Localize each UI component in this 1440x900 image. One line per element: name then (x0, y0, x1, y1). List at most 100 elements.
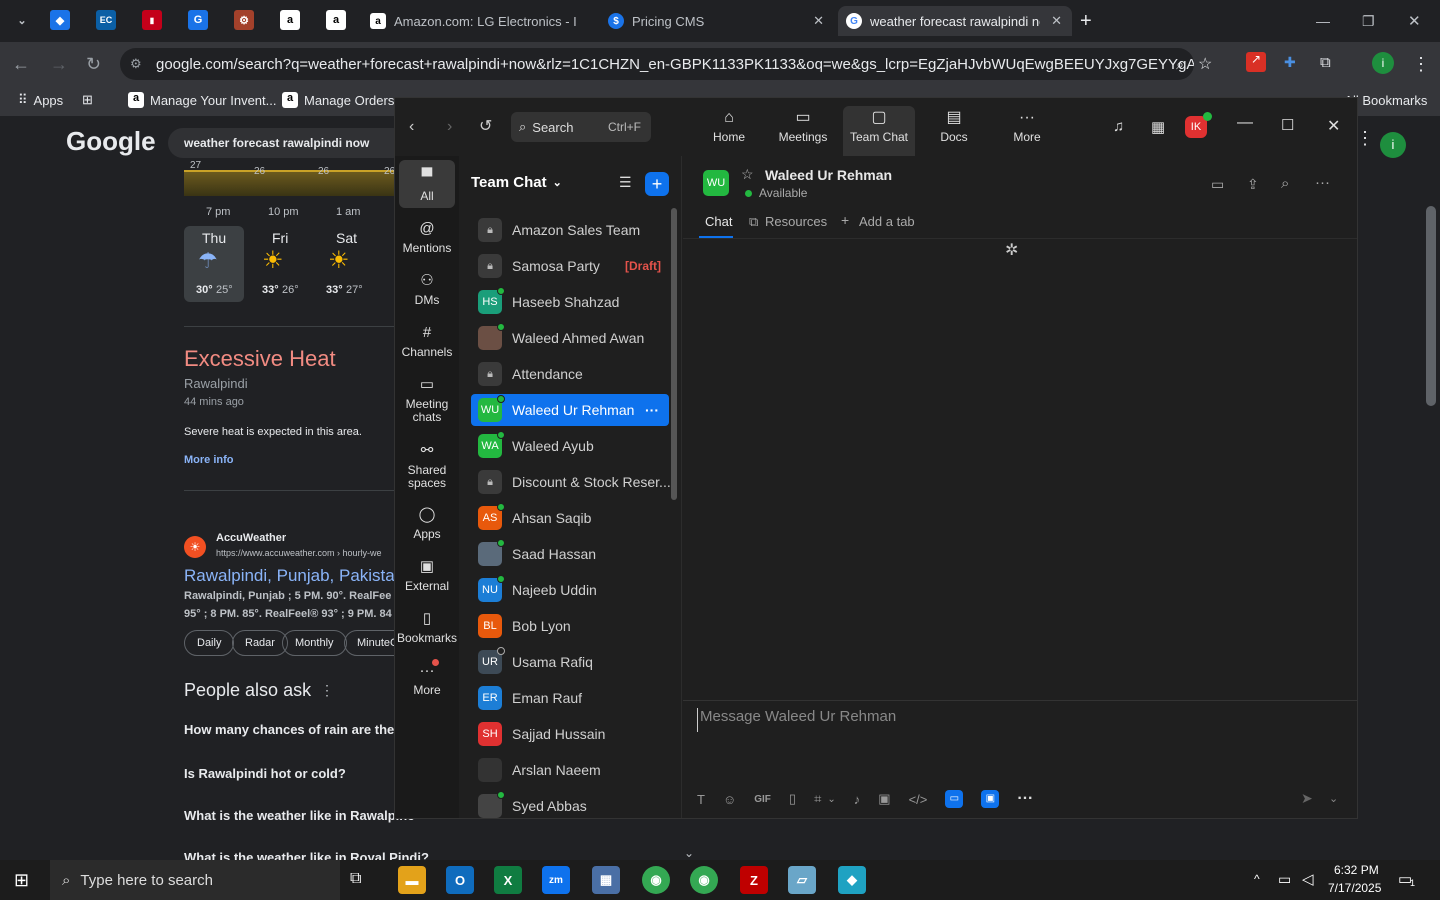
screenshot-icon[interactable]: ⌗ (814, 791, 821, 807)
chat-list-item[interactable]: SH Sajjad Hussain (471, 718, 669, 750)
outlook-icon[interactable]: O (446, 866, 474, 894)
send-icon[interactable]: ➤ (1301, 790, 1313, 807)
paa-question[interactable]: How many chances of rain are there (184, 722, 407, 737)
google-account-avatar[interactable]: i (1380, 132, 1406, 158)
chat-list-item[interactable]: BL Bob Lyon (471, 610, 669, 642)
chat-list-item[interactable]: UR Usama Rafiq (471, 646, 669, 678)
network-icon[interactable]: ▭ (1278, 871, 1291, 888)
day-name[interactable]: Fri (272, 230, 288, 246)
search-icon[interactable]: ⌕ (1176, 56, 1184, 73)
profile-avatar[interactable]: i (1372, 52, 1394, 74)
tab-pricing-cms[interactable]: $ Pricing CMS ✕ (600, 6, 834, 36)
message-input[interactable]: Message Waleed Ur Rehman (697, 708, 1297, 732)
tab-docs[interactable]: ▤ Docs (918, 106, 990, 156)
emoji-icon[interactable]: ☺ (723, 792, 736, 807)
address-bar[interactable]: ⚙ google.com/search?q=weather+forecast+r… (120, 48, 1194, 80)
paa-question[interactable]: What is the weather like in Rawalpinc (184, 808, 414, 823)
chip-daily[interactable]: Daily (184, 630, 235, 656)
reload-icon[interactable]: ↻ (86, 54, 101, 75)
tab-amazon[interactable]: a Amazon.com: LG Electronics - I (362, 6, 598, 36)
more-options-icon[interactable]: ⋮ (320, 682, 334, 699)
file-icon[interactable]: ▯ (789, 791, 796, 807)
microphone-icon[interactable]: ♪ (854, 792, 861, 807)
code-icon[interactable]: </> (909, 792, 928, 807)
back-icon[interactable]: ← (12, 54, 30, 75)
pinned-tab-icon[interactable]: ⚙ (234, 10, 254, 30)
google-search-box[interactable]: weather forecast rawalpindi now (168, 128, 408, 158)
format-text-icon[interactable]: T (697, 792, 705, 807)
source-name[interactable]: AccuWeather (216, 532, 286, 544)
file-explorer-icon[interactable]: ▬ (398, 866, 426, 894)
pinned-tab-icon[interactable]: ▮ (142, 10, 162, 30)
extensions-puzzle-icon[interactable]: ⧉ (1320, 54, 1331, 71)
bookmark-grid[interactable]: ⊞ (82, 92, 93, 108)
extension-icon[interactable]: ✚ (1284, 54, 1296, 71)
filezilla-icon[interactable]: Z (740, 866, 768, 894)
paa-question[interactable]: What is the weather like in Royal Pindi? (184, 850, 429, 860)
maximize-icon[interactable]: ☐ (1281, 116, 1294, 134)
bookmark-star-icon[interactable]: ☆ (1198, 54, 1212, 74)
zoom-search[interactable]: ⌕ Search Ctrl+F (511, 112, 651, 142)
excel-icon[interactable]: X (494, 866, 522, 894)
notes-app-icon[interactable]: ▱ (788, 866, 816, 894)
chat-list-item[interactable]: Arslan Naeem (471, 754, 669, 786)
zoom-app-icon[interactable]: zm (542, 866, 570, 894)
restore-icon[interactable]: ❐ (1362, 6, 1375, 36)
tab-add[interactable]: Add a tab (859, 214, 915, 229)
windows-start-icon[interactable]: ⊞ (14, 870, 29, 891)
chip-radar[interactable]: Radar (232, 630, 288, 656)
task-view-icon[interactable]: ⧉ (350, 870, 361, 888)
side-channels[interactable]: # Channels (399, 322, 455, 359)
gif-icon[interactable]: GIF (754, 794, 771, 805)
tab-weather[interactable]: G weather forecast rawalpindi nov ✕ (838, 6, 1072, 36)
pinned-tab-icon[interactable]: G (188, 10, 208, 30)
close-tab-icon[interactable]: ✕ (1051, 13, 1062, 29)
tab-home[interactable]: ⌂ Home (693, 106, 765, 156)
chat-list-item[interactable]: Waleed Ahmed Awan (471, 322, 669, 354)
side-all[interactable]: ▀ All (399, 160, 455, 208)
side-bookmarks[interactable]: ▯ Bookmarks (397, 608, 457, 645)
chat-list-item[interactable]: Saad Hassan (471, 538, 669, 570)
chat-list-item[interactable]: 🔒︎ Attendance (471, 358, 669, 390)
chat-list-item[interactable]: AS Ahsan Saqib (471, 502, 669, 534)
list-title[interactable]: Team Chat ⌄ (471, 174, 562, 191)
side-meeting-chats[interactable]: ▭ Meeting chats (399, 374, 455, 424)
chat-list-item[interactable]: 🔒︎ Samosa Party [Draft] (471, 250, 669, 282)
star-icon[interactable]: ☆ (741, 166, 754, 183)
tray-chevron-icon[interactable]: ^ (1254, 872, 1260, 886)
chat-contact-name[interactable]: Waleed Ur Rehman (765, 167, 892, 183)
video-call-icon[interactable]: ▭ (1211, 176, 1224, 193)
side-external[interactable]: ▣ External (399, 556, 455, 593)
minimize-icon[interactable]: — (1316, 6, 1330, 36)
tab-search-icon[interactable]: ⌄ (12, 10, 32, 30)
tab-chat[interactable]: Chat (705, 214, 732, 229)
source-url[interactable]: https://www.accuweather.com › hourly-we (216, 548, 382, 558)
close-window-icon[interactable]: ✕ (1408, 6, 1421, 36)
chat-list-item[interactable]: 🔒︎ Discount & Stock Reser... (471, 466, 671, 498)
side-dms[interactable]: ⚇ DMs (399, 270, 455, 307)
chat-list-item[interactable]: WA Waleed Ayub (471, 430, 669, 462)
forward-icon[interactable]: → (50, 54, 68, 75)
chat-list-item[interactable]: HS Haseeb Shahzad (471, 286, 669, 318)
tab-team-chat[interactable]: ▢ Team Chat (843, 106, 915, 156)
side-mentions[interactable]: @ Mentions (399, 218, 455, 255)
app-icon[interactable]: ▭ (945, 790, 964, 808)
bell-icon[interactable]: ♫ (1113, 118, 1124, 135)
chat-list-item[interactable]: 🔒︎ Amazon Sales Team (471, 214, 669, 246)
more-options-icon[interactable]: ··· (1315, 174, 1330, 191)
close-icon[interactable]: ✕ (1327, 116, 1340, 136)
volume-icon[interactable]: ◁ (1302, 870, 1314, 888)
chevron-down-icon[interactable]: ⌄ (1329, 792, 1338, 805)
chat-list-item[interactable]: NU Najeeb Uddin (471, 574, 669, 606)
side-apps[interactable]: ◯ Apps (399, 504, 455, 541)
pinned-tab-icon[interactable]: EC (96, 10, 116, 30)
chat-list-item[interactable]: WU Waleed Ur Rehman ··· (471, 394, 669, 426)
tab-more[interactable]: ··· More (991, 106, 1063, 156)
app-icon[interactable]: ◆ (838, 866, 866, 894)
chat-avatar[interactable]: WU (703, 170, 729, 196)
google-logo[interactable]: Google (66, 126, 156, 157)
clock-date[interactable]: 7/17/2025 (1328, 881, 1381, 895)
bookmark-apps[interactable]: ⠿ Apps (18, 92, 63, 108)
amazon-tab-icon[interactable]: a (326, 10, 346, 30)
side-more[interactable]: ··· More (399, 660, 455, 697)
